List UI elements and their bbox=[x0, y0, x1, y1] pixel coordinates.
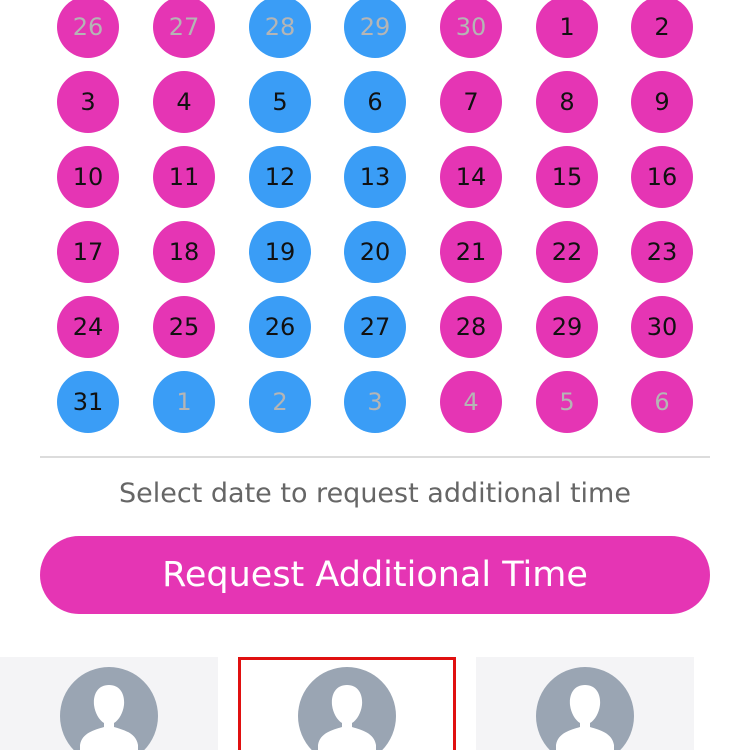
calendar-day[interactable]: 29 bbox=[344, 0, 406, 58]
user-silhouette-icon bbox=[80, 685, 138, 750]
request-hint-text: Select date to request additional time bbox=[119, 478, 631, 509]
calendar-day[interactable]: 27 bbox=[344, 296, 406, 358]
profile-card[interactable] bbox=[0, 657, 218, 750]
calendar-day[interactable]: 21 bbox=[440, 221, 502, 283]
calendar-day[interactable]: 6 bbox=[631, 371, 693, 433]
calendar-day[interactable]: 27 bbox=[153, 0, 215, 58]
calendar-day[interactable]: 28 bbox=[440, 296, 502, 358]
calendar-day[interactable]: 23 bbox=[631, 221, 693, 283]
calendar-day[interactable]: 10 bbox=[57, 146, 119, 208]
profile-card[interactable] bbox=[238, 657, 456, 750]
calendar-day[interactable]: 2 bbox=[631, 0, 693, 58]
calendar-day[interactable]: 18 bbox=[153, 221, 215, 283]
calendar-day[interactable]: 25 bbox=[153, 296, 215, 358]
calendar-day[interactable]: 11 bbox=[153, 146, 215, 208]
calendar-day[interactable]: 17 bbox=[57, 221, 119, 283]
avatar bbox=[536, 667, 634, 750]
app-screen: 26 27 28 29 30 1 2 3 4 5 6 7 8 9 10 11 12 13 14 15 16 17 18 19 2… bbox=[0, 0, 750, 750]
user-silhouette-icon bbox=[556, 685, 614, 750]
calendar-day[interactable]: 26 bbox=[249, 296, 311, 358]
calendar-day[interactable]: 30 bbox=[440, 0, 502, 58]
user-silhouette-icon bbox=[318, 685, 376, 750]
calendar-day[interactable]: 29 bbox=[536, 296, 598, 358]
calendar-day[interactable]: 19 bbox=[249, 221, 311, 283]
calendar-day[interactable]: 31 bbox=[57, 371, 119, 433]
calendar-day[interactable]: 3 bbox=[57, 71, 119, 133]
calendar-day[interactable]: 16 bbox=[631, 146, 693, 208]
calendar-day[interactable]: 6 bbox=[344, 71, 406, 133]
calendar-day[interactable]: 26 bbox=[57, 0, 119, 58]
request-additional-time-button[interactable]: Request Additional Time bbox=[40, 536, 710, 614]
avatar bbox=[60, 667, 158, 750]
calendar-day[interactable]: 22 bbox=[536, 221, 598, 283]
calendar-day[interactable]: 13 bbox=[344, 146, 406, 208]
calendar-day[interactable]: 15 bbox=[536, 146, 598, 208]
calendar-day[interactable]: 2 bbox=[249, 371, 311, 433]
calendar-day[interactable]: 5 bbox=[249, 71, 311, 133]
calendar-day[interactable]: 4 bbox=[440, 371, 502, 433]
calendar-day[interactable]: 1 bbox=[153, 371, 215, 433]
calendar-day[interactable]: 5 bbox=[536, 371, 598, 433]
profile-card[interactable] bbox=[476, 657, 694, 750]
calendar-day[interactable]: 30 bbox=[631, 296, 693, 358]
calendar-day[interactable]: 7 bbox=[440, 71, 502, 133]
calendar-day[interactable]: 20 bbox=[344, 221, 406, 283]
divider bbox=[40, 456, 710, 458]
calendar-day[interactable]: 28 bbox=[249, 0, 311, 58]
calendar-day[interactable]: 8 bbox=[536, 71, 598, 133]
calendar-day[interactable]: 9 bbox=[631, 71, 693, 133]
calendar-day[interactable]: 12 bbox=[249, 146, 311, 208]
calendar-day[interactable]: 3 bbox=[344, 371, 406, 433]
calendar-day[interactable]: 24 bbox=[57, 296, 119, 358]
calendar-day[interactable]: 4 bbox=[153, 71, 215, 133]
calendar-day[interactable]: 14 bbox=[440, 146, 502, 208]
calendar-day[interactable]: 1 bbox=[536, 0, 598, 58]
avatar bbox=[298, 667, 396, 750]
